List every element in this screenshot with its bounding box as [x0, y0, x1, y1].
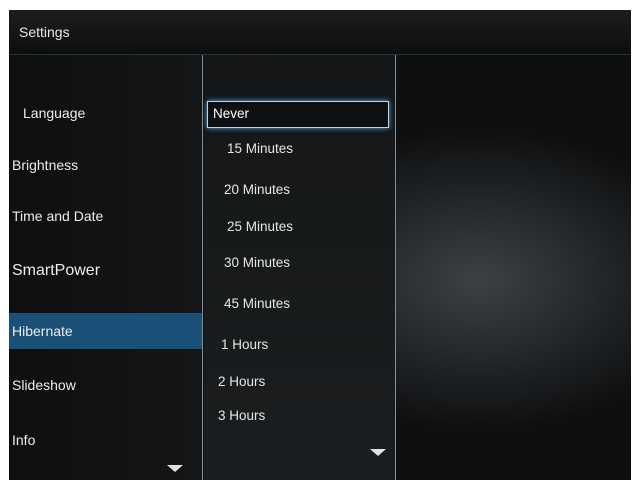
option-20-minutes[interactable]: 20 Minutes [224, 182, 290, 197]
menu-item-label: Info [12, 432, 36, 448]
triangle-down-icon[interactable] [167, 465, 183, 472]
options-divider [395, 55, 396, 480]
option-15-minutes[interactable]: 15 Minutes [227, 141, 293, 156]
menu-item-label: Time and Date [12, 208, 104, 224]
option-30-minutes[interactable]: 30 Minutes [224, 255, 290, 270]
menu-item-label: SmartPower [12, 262, 101, 279]
menu-item-slideshow[interactable]: Slideshow [9, 367, 202, 403]
menu-item-label: Slideshow [12, 377, 76, 393]
option-1-hours[interactable]: 1 Hours [221, 337, 268, 352]
menu-item-time-and-date[interactable]: Time and Date [9, 198, 202, 234]
menu-item-label: Language [23, 105, 86, 121]
option-never[interactable]: Never [207, 101, 389, 128]
menu-item-label: Brightness [12, 157, 79, 173]
menu-item-hibernate[interactable]: Hibernate [9, 313, 202, 349]
option-2-hours[interactable]: 2 Hours [218, 374, 265, 389]
menu-divider [202, 55, 203, 480]
triangle-down-icon[interactable] [370, 449, 386, 456]
title-bar: Settings [9, 10, 631, 55]
option-25-minutes[interactable]: 25 Minutes [227, 219, 293, 234]
menu-item-label: Hibernate [12, 323, 73, 339]
menu-item-language[interactable]: Language [9, 95, 202, 131]
menu-item-smartpower[interactable]: SmartPower [9, 253, 202, 289]
settings-screen: Settings Language Brightness Time and Da… [9, 10, 631, 480]
option-3-hours[interactable]: 3 Hours [218, 408, 265, 423]
menu-item-brightness[interactable]: Brightness [9, 147, 202, 183]
option-label: Never [213, 106, 250, 121]
option-45-minutes[interactable]: 45 Minutes [224, 296, 290, 311]
page-title: Settings [19, 24, 70, 40]
menu-item-info[interactable]: Info [9, 422, 202, 458]
